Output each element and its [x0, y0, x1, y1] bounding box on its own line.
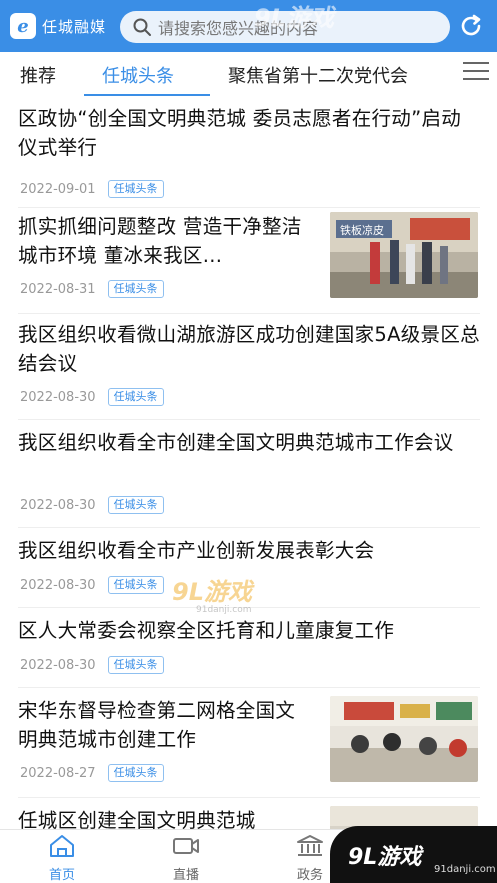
- article-date: 2022-08-31: [20, 281, 96, 297]
- article-title: 区政协“创全国文明典范城 委员志愿者在行动”启动仪式举行: [18, 107, 462, 159]
- watermark-top-text: 9L游戏: [254, 4, 337, 32]
- article-tag: 任城头条: [107, 764, 164, 782]
- list-item[interactable]: 区人大常委会视察全区托育和儿童康复工作 2022-08-30 任城头条: [18, 612, 480, 688]
- nav-home-label: 首页: [48, 868, 75, 883]
- article-meta: 2022-08-30 任城头条: [20, 576, 164, 594]
- article-title: 我区组织收看微山湖旅游区成功创建国家5A级景区总结会议: [18, 323, 480, 375]
- video-icon: [173, 838, 199, 854]
- watermark-corner-site: 91danji.com: [434, 864, 496, 875]
- article-date: 2022-08-30: [20, 497, 96, 513]
- tab-provincial-congress[interactable]: 聚焦省第十二次党代会: [228, 62, 408, 88]
- article-tag: 任城头条: [107, 180, 164, 198]
- watermark-center-text: 9L游戏: [172, 578, 255, 606]
- article-date: 2022-08-30: [20, 577, 96, 593]
- article-thumbnail: [330, 696, 478, 782]
- article-title: 抓实抓细问题整改 营造干净整洁城市环境 董冰来我区...: [18, 215, 302, 267]
- article-meta: 2022-08-30 任城头条: [20, 496, 164, 514]
- watermark-center-site: 91danji.com: [196, 605, 251, 615]
- nav-live-label: 直播: [172, 868, 199, 883]
- article-date: 2022-09-01: [20, 181, 96, 197]
- logo-icon: e: [10, 13, 36, 39]
- article-date: 2022-08-30: [20, 389, 96, 405]
- article-tag: 任城头条: [107, 388, 164, 406]
- watermark-corner: 9L游戏 91danji.com: [330, 826, 497, 883]
- search-icon: [133, 18, 151, 36]
- home-icon: [50, 835, 74, 857]
- list-item[interactable]: 抓实抓细问题整改 营造干净整洁城市环境 董冰来我区... 2022-08-31 …: [18, 208, 480, 314]
- thumbnail-sign-text: 铁板凉皮: [340, 223, 384, 237]
- top-bar: e 任城融媒 请搜索您感兴趣的内容 9L游戏: [0, 0, 497, 52]
- nav-live[interactable]: 直播: [156, 834, 216, 883]
- article-meta: 2022-08-27 任城头条: [20, 764, 164, 782]
- article-list: 区政协“创全国文明典范城 委员志愿者在行动”启动仪式举行 2022-09-01 …: [0, 96, 497, 829]
- article-tag: 任城头条: [107, 496, 164, 514]
- watermark-corner-text: 9L游戏: [348, 844, 422, 870]
- tab-rencheng-headlines[interactable]: 任城头条: [102, 62, 174, 88]
- refresh-icon[interactable]: [458, 13, 484, 39]
- article-meta: 2022-08-30 任城头条: [20, 388, 164, 406]
- nav-home[interactable]: 首页: [32, 834, 92, 883]
- tab-recommend[interactable]: 推荐: [20, 62, 56, 88]
- logo-text: 任城融媒: [42, 17, 107, 36]
- article-tag: 任城头条: [107, 656, 164, 674]
- article-title: 我区组织收看全市创建全国文明典范城市工作会议: [18, 431, 454, 454]
- menu-icon[interactable]: [463, 62, 489, 82]
- article-meta: 2022-08-30 任城头条: [20, 656, 164, 674]
- watermark-center: 9L游戏 91danji.com: [172, 578, 255, 615]
- government-icon: [297, 835, 323, 856]
- article-date: 2022-08-27: [20, 765, 96, 781]
- watermark-top: 9L游戏: [254, 4, 337, 32]
- article-title: 我区组织收看全市产业创新发展表彰大会: [18, 539, 375, 562]
- article-meta: 2022-08-31 任城头条: [20, 280, 164, 298]
- app-logo[interactable]: e 任城融媒: [10, 13, 106, 39]
- list-item[interactable]: 任城区创建全国文明典范城: [18, 802, 480, 829]
- article-title: 任城区创建全国文明典范城: [18, 809, 256, 829]
- article-title: 区人大常委会视察全区托育和儿童康复工作: [18, 619, 395, 642]
- list-item[interactable]: 我区组织收看微山湖旅游区成功创建国家5A级景区总结会议 2022-08-30 任…: [18, 316, 480, 420]
- article-tag: 任城头条: [107, 280, 164, 298]
- article-meta: 2022-09-01 任城头条: [20, 180, 164, 198]
- list-item[interactable]: 我区组织收看全市创建全国文明典范城市工作会议 2022-08-30 任城头条: [18, 424, 480, 528]
- article-tag: 任城头条: [107, 576, 164, 594]
- article-title: 宋华东督导检查第二网格全国文明典范城市创建工作: [18, 699, 296, 751]
- list-item[interactable]: 区政协“创全国文明典范城 委员志愿者在行动”启动仪式举行 2022-09-01 …: [18, 104, 480, 208]
- article-date: 2022-08-30: [20, 657, 96, 673]
- list-item[interactable]: 宋华东督导检查第二网格全国文明典范城市创建工作 2022-08-27 任城头条: [18, 692, 480, 798]
- article-thumbnail: 铁板凉皮: [330, 212, 478, 298]
- channel-tabs: 推荐 任城头条 聚焦省第十二次党代会: [0, 52, 497, 96]
